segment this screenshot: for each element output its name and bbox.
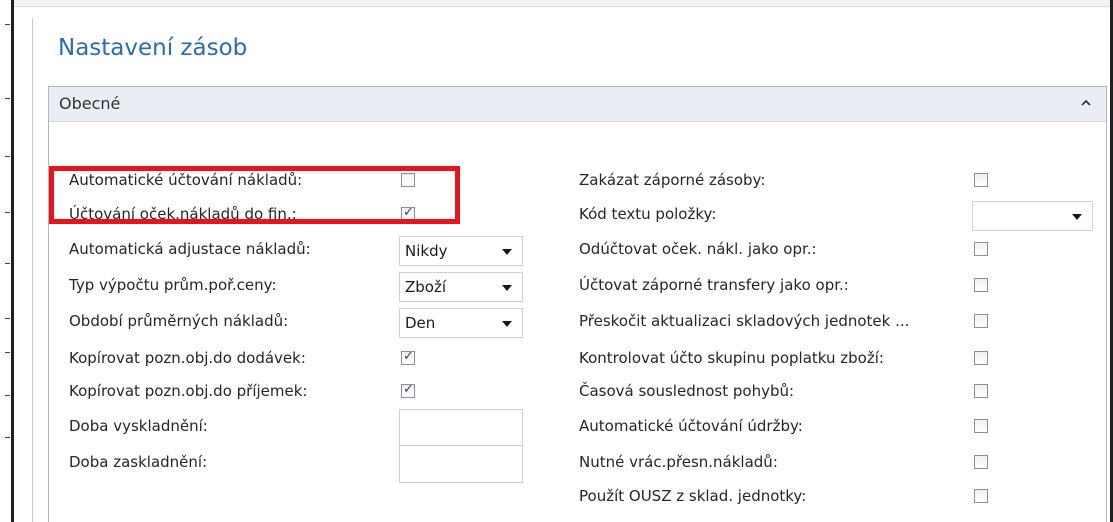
left-field-checkbox[interactable] [401,173,415,187]
left-field-checkbox[interactable]: ✓ [401,205,415,221]
chevron-up-icon[interactable] [1078,95,1094,111]
right-field-label: Nutné vrác.přesn.nákladů: [579,453,778,471]
frame-tick-mark [5,437,10,438]
right-field-label: Časová souslednost pohybů: [579,382,795,400]
fasttab-general: Obecné Automatické účtování nákladů: Účto… [48,86,1107,522]
dropdown-arrow-icon[interactable] [502,249,512,255]
top-strip [14,0,1113,7]
right-field-checkbox[interactable] [974,242,988,256]
left-field-text-input[interactable] [399,409,523,447]
inventory-setup-window: Nastavení zásob Obecné Automatické účtov… [32,18,1107,522]
page-title: Nastavení zásob [58,35,248,61]
left-field-label: Kopírovat pozn.obj.do dodávek: [69,349,306,367]
frame-tick-mark [5,24,10,25]
dropdown-arrow-icon[interactable] [1072,214,1082,220]
right-field-label: Odúčtovat oček. nákl. jako opr.: [579,240,817,258]
left-field-checkbox[interactable]: ✓ [401,382,415,398]
left-field-checkbox[interactable]: ✓ [401,349,415,365]
left-field-label: Typ výpočtu prům.poř.ceny: [69,276,277,294]
left-field-label: Doba zaskladnění: [69,453,208,471]
left-field-dropdown[interactable]: Nikdy [399,236,523,266]
frame-tick-mark [5,263,10,264]
right-field-label: Zakázat záporné zásoby: [579,171,766,189]
screenshot-root: Nastavení zásob Obecné Automatické účtov… [0,0,1113,522]
right-field-label: Kontrolovat účto skupinu poplatku zboží: [579,349,884,367]
right-field-checkbox[interactable] [974,489,988,503]
left-field-label: Automatická adjustace nákladů: [69,240,311,258]
left-field-text-input[interactable] [399,445,523,483]
frame-tick-mark [5,98,10,99]
checkmark-icon: ✓ [403,205,414,220]
dropdown-value: Nikdy [405,242,448,260]
frame-tick-mark [5,156,10,157]
right-field-checkbox[interactable] [974,278,988,292]
left-field-label: Automatické účtování nákladů: [69,171,303,189]
left-field-label: Doba vyskladnění: [69,417,208,435]
right-field-checkbox[interactable] [974,173,988,187]
right-field-checkbox[interactable] [974,419,988,433]
right-field-label: Použít OUSZ z sklad. jednotky: [579,487,807,505]
fasttab-header[interactable]: Obecné [49,87,1106,122]
checkmark-icon: ✓ [403,349,414,364]
left-frame-border [11,0,14,522]
dropdown-arrow-icon[interactable] [502,285,512,291]
dropdown-value: Den [405,314,436,332]
right-field-label: Kód textu položky: [579,205,717,223]
right-field-dropdown[interactable] [972,201,1093,231]
right-field-checkbox[interactable] [974,314,988,328]
right-field-checkbox[interactable] [974,455,988,469]
dropdown-value: Zboží [405,278,447,296]
right-field-label: Přeskočit aktualizaci skladových jednote… [579,312,910,330]
frame-tick-mark [5,352,10,353]
dropdown-arrow-icon[interactable] [502,321,512,327]
checkmark-icon: ✓ [403,382,414,397]
fasttab-title: Obecné [59,94,121,113]
left-field-dropdown[interactable]: Zboží [399,272,523,302]
right-field-checkbox[interactable] [974,384,988,398]
left-field-label: Kopírovat pozn.obj.do příjemek: [69,382,308,400]
frame-tick-mark [5,395,10,396]
frame-tick-mark [5,212,10,213]
frame-tick-mark [5,318,10,319]
right-field-label: Automatické účtování údržby: [579,417,803,435]
left-field-label: Období průměrných nákladů: [69,312,289,330]
left-field-label: Účtování oček.nákladů do fin.: [69,205,297,223]
right-field-checkbox[interactable] [974,351,988,365]
left-field-dropdown[interactable]: Den [399,308,523,338]
right-field-label: Účtovat záporné transfery jako opr.: [579,276,849,294]
